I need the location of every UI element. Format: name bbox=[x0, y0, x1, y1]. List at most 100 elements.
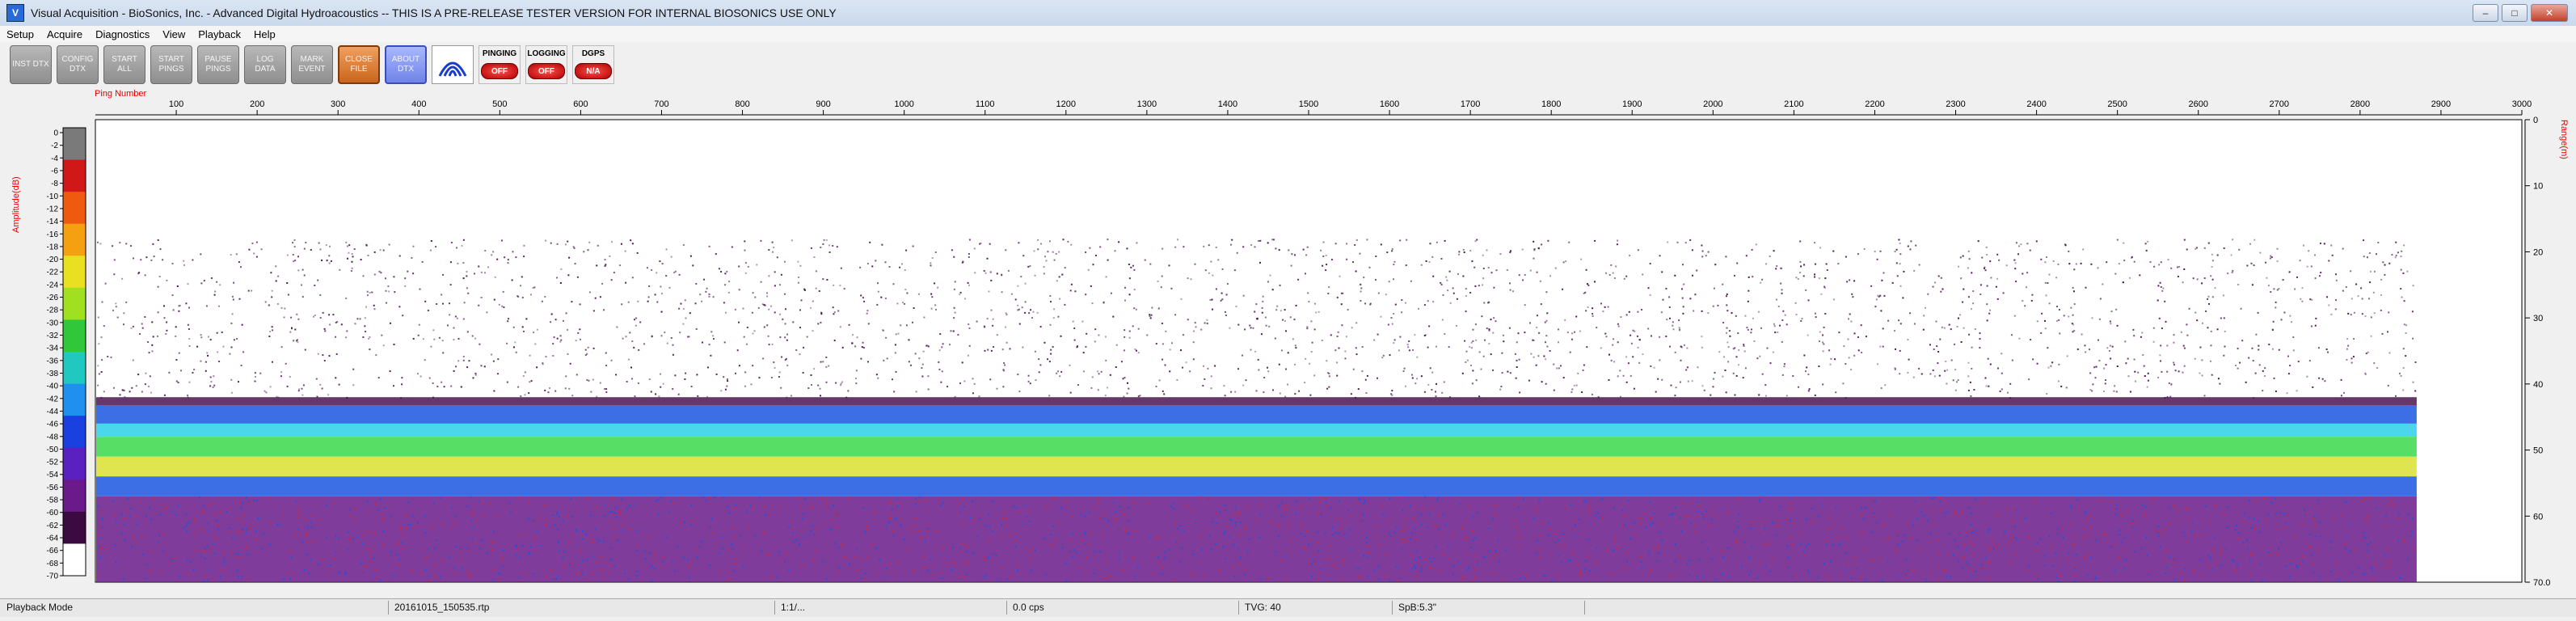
strong-band bbox=[96, 437, 2417, 457]
status-bar: Playback Mode 20161015_150535.rtp 1:1/..… bbox=[0, 598, 2576, 617]
ping-tick-label: 2800 bbox=[2350, 99, 2370, 109]
colorbar-segment bbox=[63, 192, 86, 225]
amplitude-tick-label: -38 bbox=[47, 370, 59, 378]
colorbar-segment bbox=[63, 223, 86, 256]
colorbar-segment bbox=[63, 447, 86, 480]
amplitude-tick-label: 0 bbox=[53, 129, 58, 138]
echogram-plot[interactable]: 0 -2 -4 -6 -8 -10 -12 -14 -16 -18 -20 -22 -24 -26 -28 -… bbox=[0, 0, 2576, 598]
amplitude-tick-label: -46 bbox=[47, 420, 59, 429]
colorbar-segment bbox=[63, 319, 86, 353]
amplitude-tick-label: -66 bbox=[47, 547, 59, 556]
sub-bottom-blue bbox=[96, 476, 2417, 496]
bottom-edge bbox=[96, 397, 2417, 406]
colorbar-segment bbox=[63, 543, 86, 577]
status-divider bbox=[1584, 601, 1585, 615]
amplitude-tick-label: -44 bbox=[47, 408, 59, 416]
ping-tick-label: 1400 bbox=[1218, 99, 1237, 109]
amplitude-tick-label: -28 bbox=[47, 306, 59, 315]
amplitude-tick-label: -32 bbox=[47, 332, 59, 340]
ping-tick-label: 2600 bbox=[2188, 99, 2207, 109]
amplitude-tick-label: -20 bbox=[47, 256, 59, 264]
cyan-layer bbox=[96, 423, 2417, 437]
status-spb: SpB:5.3" bbox=[1398, 602, 1436, 613]
status-file: 20161015_150535.rtp bbox=[394, 602, 490, 613]
status-divider bbox=[388, 601, 389, 615]
amplitude-tick-label: -54 bbox=[47, 471, 59, 479]
ping-tick-label: 1000 bbox=[894, 99, 913, 109]
status-divider bbox=[1392, 601, 1393, 615]
ping-tick-label: 500 bbox=[492, 99, 507, 109]
amplitude-tick-label: -10 bbox=[47, 192, 59, 201]
amplitude-tick-label: -16 bbox=[47, 230, 59, 239]
colorbar-segment bbox=[63, 479, 86, 513]
ping-tick-label: 1600 bbox=[1380, 99, 1399, 109]
ping-tick-label: 1500 bbox=[1299, 99, 1318, 109]
amplitude-tick-label: -6 bbox=[51, 167, 58, 175]
range-tick-label: 0 bbox=[2533, 116, 2538, 125]
sub-bottom-deep bbox=[96, 496, 2417, 582]
amplitude-tick-label: -52 bbox=[47, 458, 59, 467]
ping-tick-label: 1800 bbox=[1541, 99, 1561, 109]
ping-tick-label: 1300 bbox=[1137, 99, 1157, 109]
status-divider bbox=[1238, 601, 1239, 615]
range-axis: 0 10 20 30 40 50 60 70.0 bbox=[2524, 116, 2550, 588]
amplitude-tick-label: -30 bbox=[47, 319, 59, 327]
ping-tick-label: 2500 bbox=[2107, 99, 2127, 109]
ping-tick-label: 2200 bbox=[1865, 99, 1884, 109]
echogram-canvas[interactable] bbox=[95, 119, 2523, 583]
amplitude-tick-label: -58 bbox=[47, 496, 59, 505]
amplitude-tick-label: -48 bbox=[47, 433, 59, 441]
ping-tick-label: 2700 bbox=[2270, 99, 2289, 109]
ping-tick-label: 1200 bbox=[1056, 99, 1076, 109]
strong-band-core bbox=[96, 456, 2417, 477]
amplitude-tick-label: -34 bbox=[47, 344, 59, 353]
amplitude-tick-label: -22 bbox=[47, 268, 59, 277]
ping-tick-label: 2100 bbox=[1784, 99, 1803, 109]
ping-tick-label: 1700 bbox=[1461, 99, 1480, 109]
ping-tick-label: 2400 bbox=[2026, 99, 2046, 109]
amplitude-tick-label: -70 bbox=[47, 572, 59, 581]
colorbar-segment bbox=[63, 256, 86, 289]
amplitude-tick-label: -62 bbox=[47, 522, 59, 530]
ping-axis: 100 200 300 400 500 600 700 800 900 1000 1100 1200 1… bbox=[95, 99, 2532, 116]
colorbar-segment bbox=[63, 352, 86, 385]
amplitude-tick-label: -18 bbox=[47, 243, 59, 251]
range-tick-label: 70.0 bbox=[2533, 578, 2550, 588]
colorbar-segment bbox=[63, 383, 86, 416]
ping-tick-label: 800 bbox=[735, 99, 749, 109]
colorbar-segment bbox=[63, 287, 86, 320]
ping-tick-label: 400 bbox=[411, 99, 426, 109]
range-tick-label: 50 bbox=[2533, 446, 2543, 456]
range-tick-label: 60 bbox=[2533, 512, 2543, 522]
ping-tick-label: 100 bbox=[169, 99, 183, 109]
status-divider bbox=[1006, 601, 1007, 615]
amplitude-tick-label: -40 bbox=[47, 382, 59, 391]
amplitude-tick-label: -36 bbox=[47, 357, 59, 365]
status-rate: 0.0 cps bbox=[1013, 602, 1044, 613]
range-tick-label: 40 bbox=[2533, 380, 2543, 390]
amplitude-tick-label: -4 bbox=[51, 154, 58, 163]
amplitude-tick-label: -64 bbox=[47, 534, 59, 543]
amplitude-tick-label: -26 bbox=[47, 294, 59, 302]
colorbar-segment bbox=[63, 511, 86, 544]
ping-tick-label: 600 bbox=[573, 99, 588, 109]
amplitude-tick-label: -50 bbox=[47, 446, 59, 454]
amplitude-tick-label: -8 bbox=[51, 180, 58, 188]
status-tvg: TVG: 40 bbox=[1245, 602, 1281, 613]
colorbar-segment bbox=[63, 416, 86, 449]
status-mode: Playback Mode bbox=[6, 602, 74, 613]
ping-tick-label: 1900 bbox=[1622, 99, 1642, 109]
ping-tick-label: 2000 bbox=[1703, 99, 1722, 109]
amplitude-tick-label: -24 bbox=[47, 281, 59, 289]
amplitude-tick-label: -60 bbox=[47, 509, 59, 518]
amplitude-tick-label: -12 bbox=[47, 205, 59, 213]
ping-tick-label: 2300 bbox=[1946, 99, 1965, 109]
amplitude-colorbar: 0 -2 -4 -6 -8 -10 -12 -14 -16 -18 -20 -22 -24 -26 -28 -… bbox=[47, 127, 86, 581]
ping-tick-label: 200 bbox=[250, 99, 264, 109]
ping-tick-label: 300 bbox=[331, 99, 345, 109]
range-tick-label: 30 bbox=[2533, 314, 2543, 323]
status-ping-progress: 1:1/... bbox=[781, 602, 806, 613]
status-divider bbox=[774, 601, 775, 615]
colorbar-segment bbox=[63, 159, 86, 192]
ping-tick-label: 3000 bbox=[2512, 99, 2532, 109]
